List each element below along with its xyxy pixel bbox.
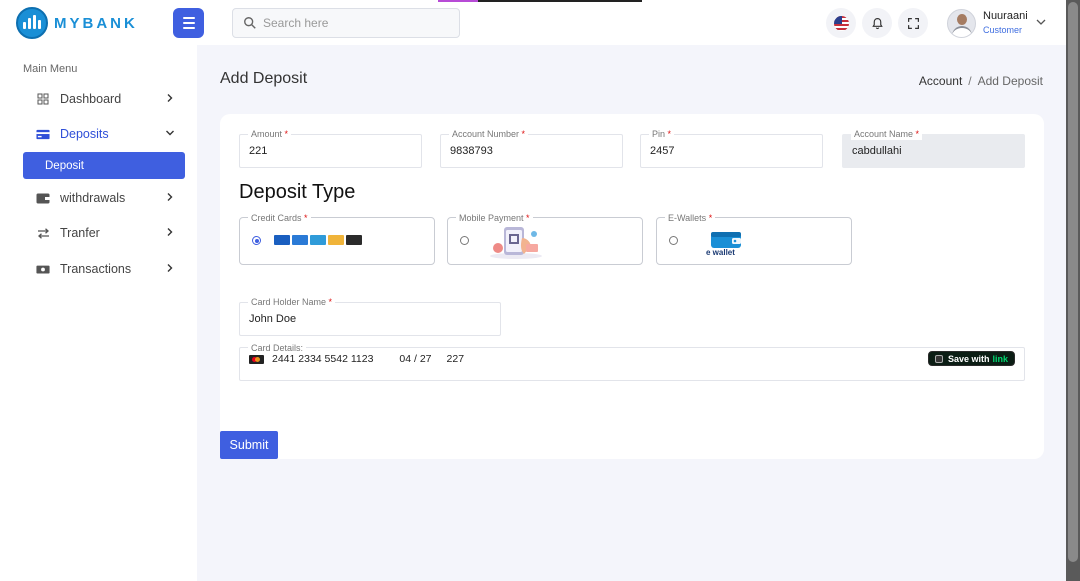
menu-toggle-button[interactable] (173, 8, 204, 38)
mastercard-icon (249, 354, 264, 364)
sidebar: Main Menu Dashboard Deposits Deposit wit… (0, 45, 197, 581)
us-flag-icon (833, 15, 849, 31)
credit-cards-label: Credit Cards * (248, 212, 311, 224)
card-number-input[interactable]: 2441 2334 5542 1123 (272, 353, 373, 365)
e-wallets-label: E-Wallets * (665, 212, 716, 224)
wallet-icon (36, 191, 50, 205)
breadcrumb-current: Add Deposit (977, 74, 1043, 88)
sidebar-item-label: withdrawals (60, 191, 126, 205)
save-with-link-checkbox[interactable] (934, 354, 943, 363)
avatar[interactable] (947, 9, 976, 38)
bell-icon (871, 17, 883, 29)
sidebar-item-label: Tranfer (60, 226, 100, 240)
brand[interactable]: MYBANK (16, 7, 138, 39)
sidebar-subitem-deposit[interactable]: Deposit (23, 152, 185, 179)
scrollbar[interactable] (1066, 0, 1080, 581)
account-name-input (852, 145, 1002, 157)
e-wallet-text: e wallet (706, 248, 735, 257)
card-details-field[interactable]: Card Details: 2441 2334 5542 1123 04 / 2… (239, 342, 1025, 381)
search-box[interactable] (232, 8, 460, 38)
sidebar-title: Main Menu (23, 63, 78, 75)
breadcrumb: Account / Add Deposit (919, 74, 1043, 88)
user-name[interactable]: Nuuraani (983, 10, 1028, 22)
top-bar: MYBANK Nuuraani Customer (0, 0, 1066, 45)
chevron-down-icon (166, 130, 174, 136)
pin-field[interactable]: Pin * (640, 128, 823, 168)
pin-label: Pin * (649, 128, 675, 140)
chevron-right-icon (167, 264, 173, 272)
credit-cards-radio[interactable] (252, 236, 261, 245)
sidebar-item-transfer[interactable]: Tranfer (36, 223, 181, 243)
mobile-payment-label: Mobile Payment * (456, 212, 533, 224)
grid-icon (36, 92, 50, 106)
bank-logo-icon (16, 7, 48, 39)
scrollbar-thumb[interactable] (1068, 2, 1078, 562)
card-holder-field[interactable]: Card Holder Name * (239, 296, 501, 336)
sidebar-item-label: Transactions (60, 262, 132, 276)
breadcrumb-separator: / (968, 74, 972, 88)
user-role: Customer (983, 25, 1023, 35)
amount-field[interactable]: Amount * (239, 128, 422, 168)
account-number-label: Account Number * (449, 128, 529, 140)
card-brands-icon (274, 235, 362, 245)
submit-button[interactable]: Submit (220, 431, 278, 459)
cash-icon (36, 262, 50, 276)
fullscreen-icon (907, 17, 919, 29)
amount-label: Amount * (248, 128, 292, 140)
fullscreen-button[interactable] (898, 8, 928, 38)
mobile-payment-radio[interactable] (460, 236, 469, 245)
account-name-label: Account Name * (851, 128, 923, 140)
amount-input[interactable] (249, 145, 399, 157)
save-with-link-button[interactable]: Save with link (927, 351, 1015, 366)
breadcrumb-account[interactable]: Account (919, 74, 962, 88)
sidebar-item-label: Dashboard (60, 92, 122, 106)
option-mobile-payment[interactable]: Mobile Payment * (447, 212, 643, 265)
sidebar-item-dashboard[interactable]: Dashboard (36, 89, 181, 109)
save-with-label: Save with (947, 353, 990, 364)
sidebar-item-deposits[interactable]: Deposits (36, 124, 181, 144)
option-credit-cards[interactable]: Credit Cards * (239, 212, 435, 265)
search-icon (244, 17, 256, 29)
e-wallets-radio[interactable] (669, 236, 678, 245)
sidebar-item-withdrawals[interactable]: withdrawals (36, 188, 181, 208)
deposit-type-title: Deposit Type (239, 181, 356, 203)
account-name-field: Account Name * (842, 128, 1025, 168)
chevron-down-icon[interactable] (1035, 16, 1047, 28)
brand-name: MYBANK (54, 14, 138, 32)
page-title: Add Deposit (220, 70, 308, 87)
card-cvc-input[interactable]: 227 (447, 353, 465, 365)
chevron-right-icon (167, 228, 173, 236)
card-holder-input[interactable] (249, 313, 399, 325)
option-e-wallets[interactable]: E-Wallets * e wallet (656, 212, 852, 265)
sidebar-item-label: Deposits (60, 127, 109, 141)
link-brand-label: link (992, 353, 1008, 364)
transfer-icon (36, 226, 50, 240)
card-icon (36, 127, 50, 141)
card-expiry-input[interactable]: 04 / 27 (399, 353, 431, 365)
chevron-right-icon (167, 94, 173, 102)
card-details-row: 2441 2334 5542 1123 04 / 27 227 (249, 353, 464, 365)
sidebar-item-transactions[interactable]: Transactions (36, 259, 181, 279)
notifications-button[interactable] (862, 8, 892, 38)
chevron-right-icon (167, 193, 173, 201)
language-button[interactable] (826, 8, 856, 38)
mobile-payment-icon (490, 227, 542, 259)
account-number-input[interactable] (450, 145, 600, 157)
pin-input[interactable] (650, 145, 800, 157)
top-strip (438, 0, 642, 2)
card-holder-label: Card Holder Name * (248, 296, 336, 308)
account-number-field[interactable]: Account Number * (440, 128, 623, 168)
search-input[interactable] (263, 16, 443, 30)
